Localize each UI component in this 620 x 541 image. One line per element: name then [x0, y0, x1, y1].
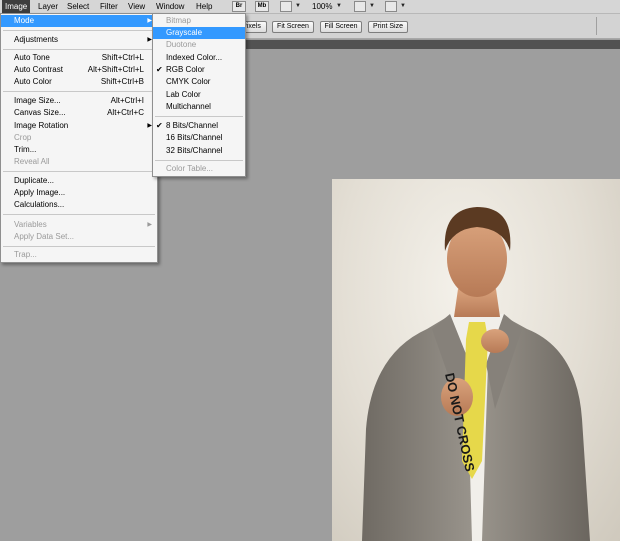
arrange-caret-icon[interactable]: ▼	[369, 0, 375, 13]
menu-item-auto-contrast[interactable]: Auto Contrast Alt+Shift+Ctrl+L	[1, 64, 157, 76]
mode-item-lab-color[interactable]: Lab Color	[153, 89, 245, 101]
menu-item-mode[interactable]: Mode ▶	[1, 15, 157, 27]
menu-item-calculations[interactable]: Calculations...	[1, 199, 157, 211]
checkmark-icon: ✔	[156, 65, 163, 74]
mode-item-32-bits[interactable]: 32 Bits/Channel	[153, 145, 245, 157]
bridge-icon[interactable]: Br	[232, 1, 246, 12]
menu-item-auto-color[interactable]: Auto Color Shift+Ctrl+B	[1, 76, 157, 88]
image-menu: Mode ▶ Adjustments ▶ Auto Tone Shift+Ctrl+L…	[0, 13, 158, 263]
menu-layer[interactable]: Layer	[35, 0, 61, 13]
screen-mode-icon[interactable]	[385, 1, 397, 12]
mini-bridge-icon[interactable]: Mb	[255, 1, 269, 12]
menu-separator	[3, 49, 155, 50]
mode-item-multichannel[interactable]: Multichannel	[153, 101, 245, 113]
mode-item-bitmap[interactable]: Bitmap	[153, 15, 245, 27]
menu-select[interactable]: Select	[64, 0, 92, 13]
options-divider	[596, 17, 597, 35]
menu-item-trim[interactable]: Trim...	[1, 144, 157, 156]
mode-submenu: Bitmap Grayscale Duotone Indexed Color..…	[152, 13, 246, 177]
mode-item-cmyk-color[interactable]: CMYK Color	[153, 76, 245, 88]
menu-window[interactable]: Window	[153, 0, 187, 13]
screen-mode-caret-icon[interactable]: ▼	[400, 0, 406, 13]
menu-separator	[3, 246, 155, 247]
submenu-arrow-icon: ▶	[147, 222, 152, 228]
menu-separator	[155, 116, 243, 117]
menu-item-variables[interactable]: Variables ▶	[1, 219, 157, 231]
menu-item-crop[interactable]: Crop	[1, 132, 157, 144]
menu-item-reveal-all[interactable]: Reveal All	[1, 156, 157, 168]
menu-separator	[3, 171, 155, 172]
menu-view[interactable]: View	[125, 0, 148, 13]
menu-item-auto-tone[interactable]: Auto Tone Shift+Ctrl+L	[1, 52, 157, 64]
menu-item-adjustments[interactable]: Adjustments ▶	[1, 34, 157, 46]
menu-item-apply-data-set[interactable]: Apply Data Set...	[1, 231, 157, 243]
extras-caret-icon[interactable]: ▼	[295, 0, 301, 13]
menu-image[interactable]: Image	[2, 0, 31, 13]
extras-icon[interactable]	[280, 1, 292, 12]
zoom-level[interactable]: 100%	[309, 0, 335, 13]
mode-item-16-bits[interactable]: 16 Bits/Channel	[153, 132, 245, 144]
checkmark-icon: ✔	[156, 121, 163, 130]
menu-separator	[3, 30, 155, 31]
menu-separator	[3, 91, 155, 92]
mode-item-8-bits[interactable]: ✔ 8 Bits/Channel	[153, 120, 245, 132]
mode-item-color-table[interactable]: Color Table...	[153, 163, 245, 175]
mode-item-grayscale[interactable]: Grayscale	[153, 27, 245, 39]
menu-separator	[155, 160, 243, 161]
menu-item-apply-image[interactable]: Apply Image...	[1, 187, 157, 199]
menu-item-image-rotation[interactable]: Image Rotation ▶	[1, 120, 157, 132]
menu-item-canvas-size[interactable]: Canvas Size... Alt+Ctrl+C	[1, 107, 157, 119]
portrait-photo: DO NOT CROSS	[362, 207, 590, 541]
document-canvas[interactable]: DO NOT CROSS	[332, 179, 620, 541]
arrange-documents-icon[interactable]	[354, 1, 366, 12]
menu-help[interactable]: Help	[193, 0, 215, 13]
menu-item-trap[interactable]: Trap...	[1, 249, 157, 261]
menu-item-image-size[interactable]: Image Size... Alt+Ctrl+I	[1, 95, 157, 107]
fill-screen-button[interactable]: Fill Screen	[320, 21, 362, 33]
menu-bar: Image Layer Select Filter View Window He…	[0, 0, 620, 14]
zoom-caret-icon[interactable]: ▼	[336, 0, 342, 13]
fit-screen-button[interactable]: Fit Screen	[272, 21, 314, 33]
print-size-button[interactable]: Print Size	[368, 21, 408, 33]
mode-item-indexed-color[interactable]: Indexed Color...	[153, 52, 245, 64]
mode-item-duotone[interactable]: Duotone	[153, 39, 245, 51]
menu-separator	[3, 214, 155, 215]
menu-item-duplicate[interactable]: Duplicate...	[1, 175, 157, 187]
menu-filter[interactable]: Filter	[97, 0, 121, 13]
mode-item-rgb-color[interactable]: ✔ RGB Color	[153, 64, 245, 76]
